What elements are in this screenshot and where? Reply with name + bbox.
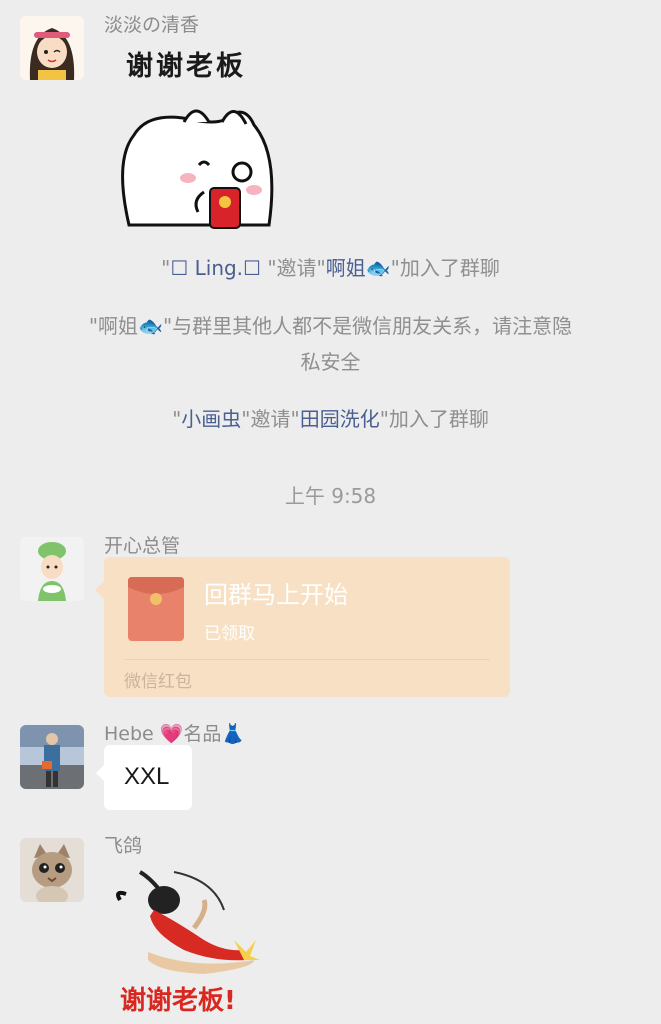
system-message-privacy-notice: "啊姐🐟"与群里其他人都不是微信朋友关系，请注意隐 私安全	[0, 308, 661, 380]
pig-icon	[121, 109, 274, 229]
green-hat-avatar-icon	[20, 537, 84, 601]
avatar[interactable]	[20, 725, 84, 789]
sticker-caption: 谢谢老板!	[120, 986, 236, 1016]
kowtow-figure-icon	[116, 870, 260, 974]
system-message-invite-1: "☐ Ling.☐ "邀请"啊姐🐟"加入了群聊	[0, 250, 661, 286]
message-text: XXL	[124, 763, 170, 790]
system-text: "邀请"	[241, 407, 300, 431]
avatar[interactable]	[20, 838, 84, 902]
thanks-boss-kowtow-sticker[interactable]: 谢谢老板!	[104, 860, 274, 1016]
user-name-link[interactable]: 啊姐	[326, 256, 366, 280]
sender-name: 淡淡の清香	[104, 14, 200, 36]
sender-name: 飞鸽	[104, 835, 143, 857]
fish-emoji-icon: 🐟	[365, 256, 391, 280]
girl-avatar-icon	[20, 16, 84, 80]
thanks-boss-pig-sticker[interactable]: 谢谢老板	[104, 40, 294, 230]
user-name-link[interactable]: 田园洗化	[300, 407, 380, 431]
system-text: "加入了群聊	[379, 407, 489, 431]
red-packet-message[interactable]: 回群马上开始 已领取 微信红包	[95, 557, 510, 697]
sender-name: Hebe 💗名品👗	[104, 723, 246, 745]
avatar[interactable]	[20, 16, 84, 80]
system-text: "加入了群聊	[390, 256, 500, 280]
red-packet-icon	[128, 577, 184, 641]
sticker-caption: 谢谢老板	[126, 51, 246, 82]
timestamp: 上午 9:58	[284, 484, 377, 508]
system-text: "邀请"	[260, 256, 326, 280]
kitten-avatar-icon	[20, 838, 84, 902]
photo-avatar-icon	[20, 725, 84, 789]
red-packet-status: 已领取	[204, 624, 255, 644]
user-name-link[interactable]: ☐ Ling.☐	[170, 256, 261, 280]
system-text: "	[172, 407, 182, 431]
system-text: "啊姐🐟"与群里其他人都不是微信朋友关系，请注意隐	[88, 314, 573, 338]
avatar[interactable]	[20, 537, 84, 601]
user-name-link[interactable]: 小画虫	[181, 407, 241, 431]
system-text: 私安全	[300, 350, 361, 374]
sender-name: 开心总管	[104, 535, 181, 557]
red-packet-title: 回群马上开始	[204, 581, 348, 609]
text-message-bubble[interactable]: XXL	[96, 745, 192, 810]
system-text: "	[161, 256, 171, 280]
system-message-invite-2: "小画虫"邀请"田园洗化"加入了群聊	[0, 401, 661, 437]
red-packet-footer: 微信红包	[124, 672, 192, 692]
divider	[124, 659, 490, 660]
